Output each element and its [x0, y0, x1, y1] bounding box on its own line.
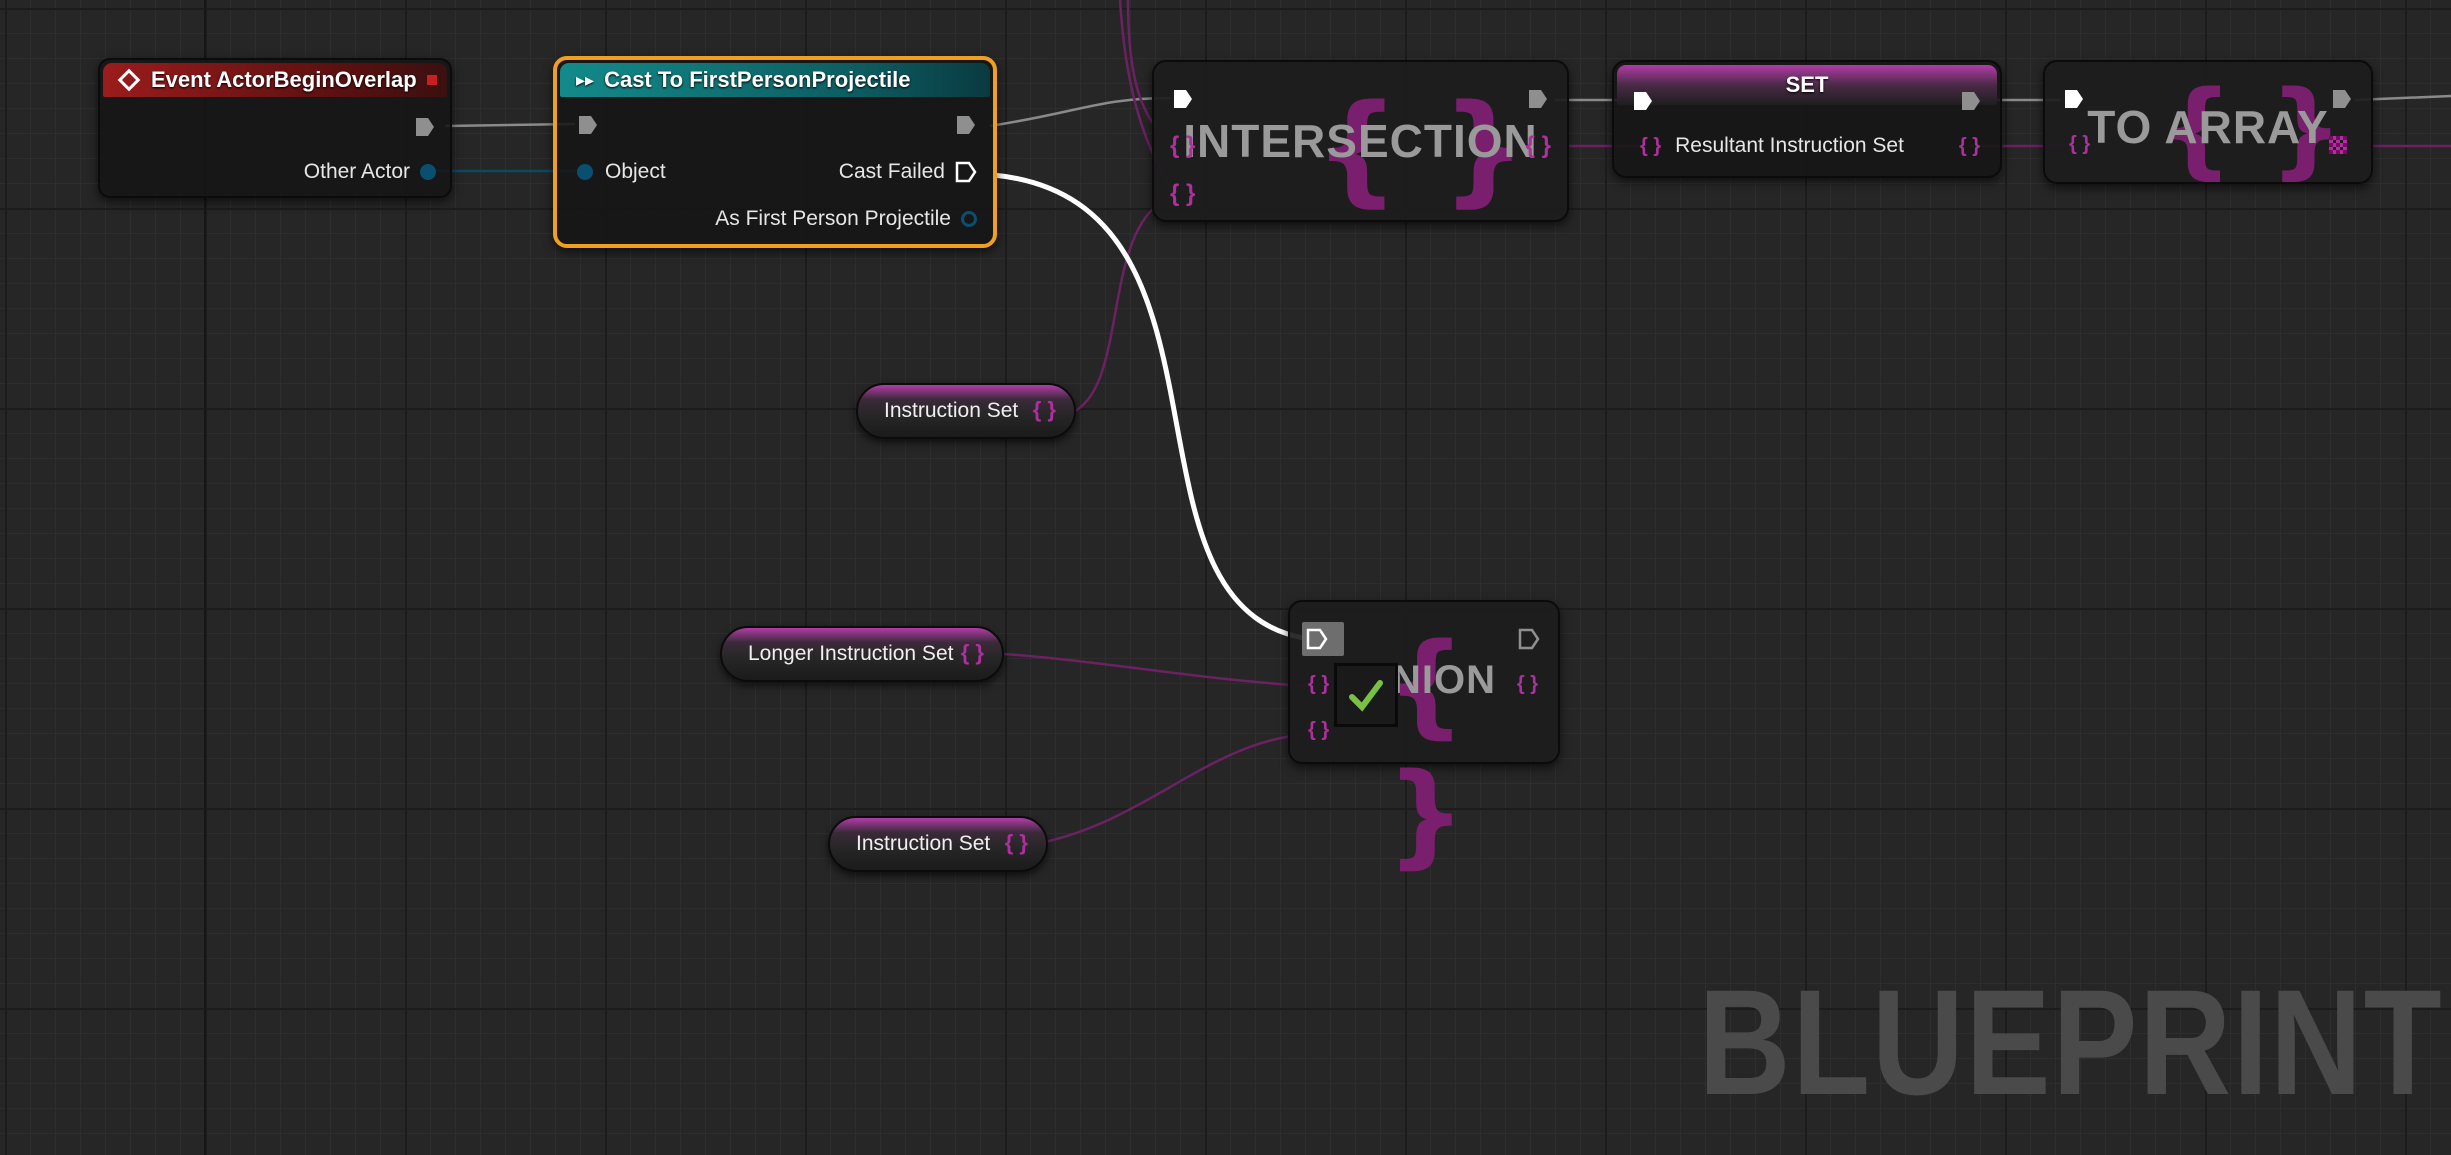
- object-pin-icon: [577, 164, 593, 180]
- resultant-set-label: Resultant Instruction Set: [1675, 134, 1904, 157]
- event-diamond-icon: [117, 68, 141, 92]
- object-label: Object: [605, 160, 666, 183]
- instruction-set-out-pin[interactable]: { }: [1033, 399, 1056, 421]
- cast-exec-in-pin[interactable]: [577, 114, 599, 136]
- intersection-title: INTERSECTION: [1183, 115, 1538, 167]
- instruction-set-label: Instruction Set: [884, 399, 1019, 422]
- event-begin-overlap-node[interactable]: Event ActorBeginOverlap Other Actor: [98, 58, 452, 198]
- other-actor-pin[interactable]: Other Actor: [304, 160, 436, 184]
- to-array-node[interactable]: { } TO ARRAY { }: [2043, 60, 2373, 190]
- exec-wire-cast-to-intersection: [989, 96, 1171, 128]
- set-wire-instruction-to-intersection: [1074, 193, 1176, 413]
- cast-failed-label: Cast Failed: [838, 160, 945, 183]
- instruction-set-variable-top[interactable]: Instruction Set { }: [856, 383, 1076, 439]
- event-node-title: Event ActorBeginOverlap: [151, 67, 417, 92]
- set-exec-out[interactable]: [1960, 90, 1982, 112]
- set-node-title: SET: [1785, 72, 1829, 97]
- exec-outline-icon: [955, 161, 977, 183]
- union-exec-in[interactable]: [1306, 628, 1328, 650]
- as-projectile-pin[interactable]: As First Person Projectile: [715, 207, 977, 231]
- event-delegate-icon: [427, 75, 437, 85]
- to-array-exec-out[interactable]: [2331, 88, 2353, 110]
- cast-to-projectile-node[interactable]: ▸▸ Cast To FirstPersonProjectile Object …: [553, 56, 997, 248]
- cast-node-header[interactable]: ▸▸ Cast To FirstPersonProjectile: [560, 63, 990, 97]
- event-node-header[interactable]: Event ActorBeginOverlap: [103, 63, 447, 97]
- intersection-set-out[interactable]: { }: [1526, 134, 1551, 158]
- exec-out-icon: [416, 118, 434, 136]
- other-actor-pin-icon: [420, 164, 436, 180]
- intersection-node[interactable]: { } INTERSECTION { } { } { }: [1152, 60, 1569, 222]
- as-projectile-pin-icon: [961, 211, 977, 227]
- set-node-header[interactable]: SET: [1617, 65, 1997, 105]
- blueprint-watermark: BLUEPRINT: [1698, 958, 2443, 1126]
- resultant-set-out-icon[interactable]: { }: [1959, 136, 1980, 156]
- instruction-set-variable-bottom[interactable]: Instruction Set { }: [828, 816, 1048, 872]
- cast-node-title: Cast To FirstPersonProjectile: [604, 67, 911, 92]
- instruction-set-label: Instruction Set: [856, 832, 991, 855]
- set-node[interactable]: SET { } Resultant Instruction Set { }: [1612, 60, 2002, 178]
- cast-arrows-icon: ▸▸: [576, 69, 595, 90]
- resultant-set-in-icon: { }: [1640, 135, 1662, 157]
- union-set-in-a[interactable]: { }: [1308, 674, 1329, 694]
- array-grid-icon[interactable]: [2329, 136, 2347, 154]
- drag-accept-checkbox[interactable]: [1334, 663, 1398, 727]
- to-array-title: TO ARRAY: [2087, 101, 2329, 153]
- intersection-set-in-a[interactable]: { }: [1170, 134, 1195, 158]
- intersection-set-in-b[interactable]: { }: [1170, 182, 1195, 206]
- to-array-exec-in[interactable]: [2063, 88, 2085, 110]
- to-array-set-in[interactable]: { }: [2069, 134, 2090, 154]
- union-set-out[interactable]: { }: [1517, 674, 1538, 694]
- set-exec-in[interactable]: [1632, 90, 1654, 112]
- set-wire-instruction-to-union: [1039, 732, 1311, 845]
- longer-instruction-set-out-pin[interactable]: { }: [961, 642, 984, 664]
- cast-exec-out-pin[interactable]: [955, 114, 977, 136]
- union-set-in-b[interactable]: { }: [1308, 720, 1329, 740]
- exec-out-icon: [957, 116, 975, 134]
- cast-failed-pin[interactable]: Cast Failed: [839, 160, 977, 184]
- set-wire-longer-to-union: [989, 651, 1311, 688]
- checkmark-icon: [1349, 680, 1383, 712]
- intersection-exec-out[interactable]: [1527, 88, 1549, 110]
- exec-in-icon: [579, 116, 597, 134]
- object-pin[interactable]: Object: [577, 160, 666, 184]
- other-actor-label: Other Actor: [303, 160, 410, 183]
- longer-instruction-set-label: Longer Instruction Set: [748, 642, 954, 665]
- longer-instruction-set-variable[interactable]: Longer Instruction Set { }: [720, 626, 1004, 682]
- as-projectile-label: As First Person Projectile: [715, 207, 951, 230]
- event-exec-out-pin[interactable]: [414, 116, 436, 138]
- resultant-set-pin[interactable]: { } Resultant Instruction Set: [1640, 134, 1904, 158]
- intersection-exec-in[interactable]: [1172, 88, 1194, 110]
- union-exec-out[interactable]: [1518, 628, 1540, 650]
- instruction-set-out-pin[interactable]: { }: [1005, 832, 1028, 854]
